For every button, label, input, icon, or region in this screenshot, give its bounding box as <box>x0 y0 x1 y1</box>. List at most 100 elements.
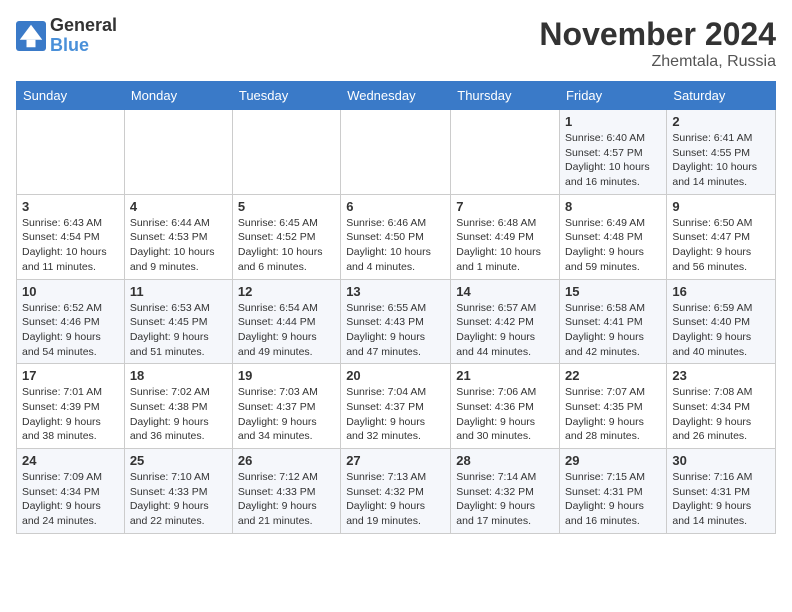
day-number: 7 <box>456 199 554 214</box>
day-cell: 9 Sunrise: 6:50 AMSunset: 4:47 PMDaylight… <box>667 194 776 279</box>
logo-icon <box>16 21 46 51</box>
day-info: Sunrise: 7:07 AMSunset: 4:35 PMDaylight:… <box>565 385 661 444</box>
location: Zhemtala, Russia <box>539 53 776 71</box>
day-info: Sunrise: 7:09 AMSunset: 4:34 PMDaylight:… <box>22 470 119 529</box>
calendar-body: 1Sunrise: 6:40 AMSunset: 4:57 PMDaylight… <box>17 110 776 534</box>
day-number: 14 <box>456 284 554 299</box>
day-cell: 28Sunrise: 7:14 AMSunset: 4:32 PMDayligh… <box>451 449 560 534</box>
day-info: Sunrise: 6:57 AMSunset: 4:42 PMDaylight:… <box>456 301 554 360</box>
day-number: 2 <box>672 114 770 129</box>
day-info: Sunrise: 7:13 AMSunset: 4:32 PMDaylight:… <box>346 470 445 529</box>
day-cell <box>451 110 560 195</box>
day-number: 24 <box>22 453 119 468</box>
day-cell: 2 Sunrise: 6:41 AMSunset: 4:55 PMDaylight… <box>667 110 776 195</box>
day-cell: 23 Sunrise: 7:08 AMSunset: 4:34 PMDayligh… <box>667 364 776 449</box>
day-info: Sunrise: 6:46 AMSunset: 4:50 PMDaylight:… <box>346 216 445 275</box>
calendar-header: SundayMondayTuesdayWednesdayThursdayFrid… <box>17 82 776 110</box>
day-info: Sunrise: 6:54 AMSunset: 4:44 PMDaylight:… <box>238 301 335 360</box>
day-number: 27 <box>346 453 445 468</box>
day-cell <box>124 110 232 195</box>
logo-line2: Blue <box>50 36 117 56</box>
day-cell: 3 Sunrise: 6:43 AMSunset: 4:54 PMDaylight… <box>17 194 125 279</box>
calendar-table: SundayMondayTuesdayWednesdayThursdayFrid… <box>16 81 776 534</box>
weekday-row: SundayMondayTuesdayWednesdayThursdayFrid… <box>17 82 776 110</box>
day-info: Sunrise: 6:44 AMSunset: 4:53 PMDaylight:… <box>130 216 227 275</box>
day-info: Sunrise: 7:06 AMSunset: 4:36 PMDaylight:… <box>456 385 554 444</box>
day-cell: 11 Sunrise: 6:53 AMSunset: 4:45 PMDayligh… <box>124 279 232 364</box>
day-info: Sunrise: 7:12 AMSunset: 4:33 PMDaylight:… <box>238 470 335 529</box>
weekday-header-sunday: Sunday <box>17 82 125 110</box>
day-number: 3 <box>22 199 119 214</box>
day-number: 25 <box>130 453 227 468</box>
weekday-header-saturday: Saturday <box>667 82 776 110</box>
day-cell: 14 Sunrise: 6:57 AMSunset: 4:42 PMDayligh… <box>451 279 560 364</box>
logo: General Blue <box>16 16 117 56</box>
week-row-4: 17Sunrise: 7:01 AMSunset: 4:39 PMDayligh… <box>17 364 776 449</box>
day-cell: 10 Sunrise: 6:52 AMSunset: 4:46 PMDayligh… <box>17 279 125 364</box>
day-cell: 17Sunrise: 7:01 AMSunset: 4:39 PMDayligh… <box>17 364 125 449</box>
day-info: Sunrise: 6:40 AMSunset: 4:57 PMDaylight:… <box>565 131 661 190</box>
day-number: 26 <box>238 453 335 468</box>
day-cell: 26 Sunrise: 7:12 AMSunset: 4:33 PMDayligh… <box>232 449 340 534</box>
day-number: 28 <box>456 453 554 468</box>
day-number: 16 <box>672 284 770 299</box>
day-info: Sunrise: 6:59 AMSunset: 4:40 PMDaylight:… <box>672 301 770 360</box>
day-info: Sunrise: 7:01 AMSunset: 4:39 PMDaylight:… <box>22 385 119 444</box>
day-cell: 18Sunrise: 7:02 AMSunset: 4:38 PMDayligh… <box>124 364 232 449</box>
day-cell: 29Sunrise: 7:15 AMSunset: 4:31 PMDayligh… <box>560 449 667 534</box>
logo-line1: General <box>50 16 117 36</box>
day-number: 15 <box>565 284 661 299</box>
day-info: Sunrise: 6:52 AMSunset: 4:46 PMDaylight:… <box>22 301 119 360</box>
logo-text: General Blue <box>50 16 117 56</box>
day-number: 23 <box>672 368 770 383</box>
weekday-header-thursday: Thursday <box>451 82 560 110</box>
day-info: Sunrise: 6:58 AMSunset: 4:41 PMDaylight:… <box>565 301 661 360</box>
day-info: Sunrise: 6:48 AMSunset: 4:49 PMDaylight:… <box>456 216 554 275</box>
day-info: Sunrise: 7:08 AMSunset: 4:34 PMDaylight:… <box>672 385 770 444</box>
day-cell: 24 Sunrise: 7:09 AMSunset: 4:34 PMDayligh… <box>17 449 125 534</box>
day-cell <box>341 110 451 195</box>
day-info: Sunrise: 7:10 AMSunset: 4:33 PMDaylight:… <box>130 470 227 529</box>
day-number: 21 <box>456 368 554 383</box>
day-info: Sunrise: 7:04 AMSunset: 4:37 PMDaylight:… <box>346 385 445 444</box>
day-number: 6 <box>346 199 445 214</box>
day-info: Sunrise: 7:03 AMSunset: 4:37 PMDaylight:… <box>238 385 335 444</box>
week-row-5: 24 Sunrise: 7:09 AMSunset: 4:34 PMDayligh… <box>17 449 776 534</box>
day-cell: 27 Sunrise: 7:13 AMSunset: 4:32 PMDayligh… <box>341 449 451 534</box>
day-number: 8 <box>565 199 661 214</box>
weekday-header-monday: Monday <box>124 82 232 110</box>
day-number: 13 <box>346 284 445 299</box>
day-number: 22 <box>565 368 661 383</box>
day-cell: 8 Sunrise: 6:49 AMSunset: 4:48 PMDaylight… <box>560 194 667 279</box>
day-number: 9 <box>672 199 770 214</box>
day-cell: 25 Sunrise: 7:10 AMSunset: 4:33 PMDayligh… <box>124 449 232 534</box>
day-cell: 7 Sunrise: 6:48 AMSunset: 4:49 PMDaylight… <box>451 194 560 279</box>
day-info: Sunrise: 6:43 AMSunset: 4:54 PMDaylight:… <box>22 216 119 275</box>
day-number: 10 <box>22 284 119 299</box>
week-row-2: 3 Sunrise: 6:43 AMSunset: 4:54 PMDaylight… <box>17 194 776 279</box>
day-info: Sunrise: 6:55 AMSunset: 4:43 PMDaylight:… <box>346 301 445 360</box>
day-cell: 22 Sunrise: 7:07 AMSunset: 4:35 PMDayligh… <box>560 364 667 449</box>
day-info: Sunrise: 7:15 AMSunset: 4:31 PMDaylight:… <box>565 470 661 529</box>
day-cell: 16 Sunrise: 6:59 AMSunset: 4:40 PMDayligh… <box>667 279 776 364</box>
day-info: Sunrise: 6:50 AMSunset: 4:47 PMDaylight:… <box>672 216 770 275</box>
day-number: 11 <box>130 284 227 299</box>
day-cell: 6 Sunrise: 6:46 AMSunset: 4:50 PMDaylight… <box>341 194 451 279</box>
page-header: General Blue November 2024 Zhemtala, Rus… <box>16 16 776 71</box>
day-info: Sunrise: 6:53 AMSunset: 4:45 PMDaylight:… <box>130 301 227 360</box>
day-cell: 20 Sunrise: 7:04 AMSunset: 4:37 PMDayligh… <box>341 364 451 449</box>
day-cell <box>232 110 340 195</box>
day-cell: 19Sunrise: 7:03 AMSunset: 4:37 PMDayligh… <box>232 364 340 449</box>
day-number: 5 <box>238 199 335 214</box>
day-cell: 13 Sunrise: 6:55 AMSunset: 4:43 PMDayligh… <box>341 279 451 364</box>
day-cell: 12 Sunrise: 6:54 AMSunset: 4:44 PMDayligh… <box>232 279 340 364</box>
day-number: 30 <box>672 453 770 468</box>
day-info: Sunrise: 6:49 AMSunset: 4:48 PMDaylight:… <box>565 216 661 275</box>
week-row-3: 10 Sunrise: 6:52 AMSunset: 4:46 PMDayligh… <box>17 279 776 364</box>
day-cell <box>17 110 125 195</box>
day-info: Sunrise: 6:41 AMSunset: 4:55 PMDaylight:… <box>672 131 770 190</box>
day-cell: 15 Sunrise: 6:58 AMSunset: 4:41 PMDayligh… <box>560 279 667 364</box>
day-number: 20 <box>346 368 445 383</box>
day-number: 12 <box>238 284 335 299</box>
month-title: November 2024 <box>539 16 776 53</box>
